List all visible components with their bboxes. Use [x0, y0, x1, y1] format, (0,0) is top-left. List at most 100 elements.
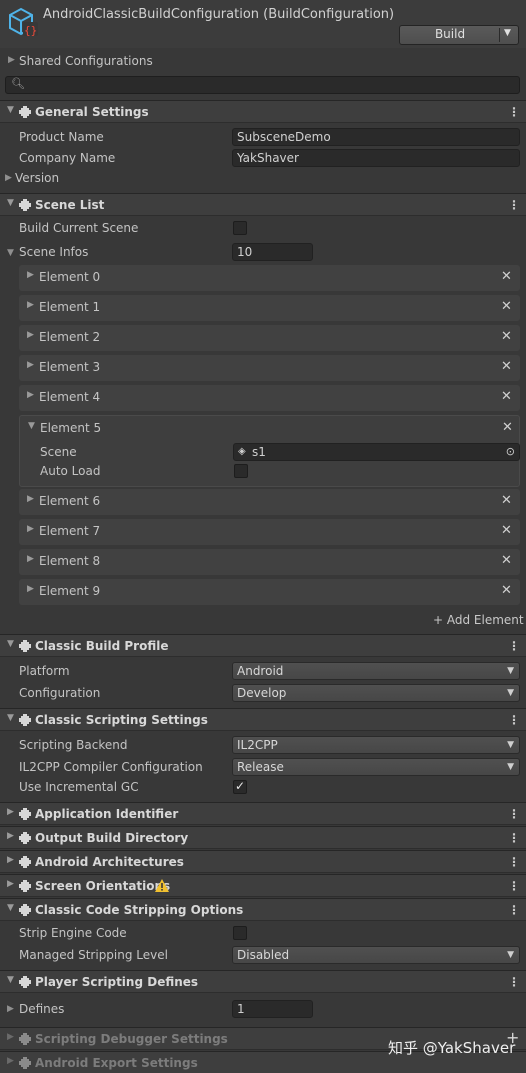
element-label: Element 5: [40, 421, 102, 435]
version-label[interactable]: Version: [15, 170, 59, 186]
list-item[interactable]: ▶ Element 1 ✕: [19, 295, 520, 321]
company-name-field[interactable]: YakShaver: [232, 149, 520, 167]
kebab-menu-icon[interactable]: ⋮: [508, 974, 520, 990]
kebab-menu-icon[interactable]: ⋮: [508, 104, 520, 120]
element-label: Element 6: [39, 494, 101, 508]
defines-count-field[interactable]: 1: [232, 1000, 313, 1018]
list-item[interactable]: ▶ Element 8 ✕: [19, 549, 520, 575]
kebab-menu-icon[interactable]: ⋮: [508, 854, 520, 870]
section-general-settings[interactable]: ▼ General Settings ⋮: [0, 100, 526, 123]
close-icon[interactable]: ✕: [502, 420, 513, 436]
scene-infos-count-field[interactable]: 10: [232, 243, 313, 261]
close-icon[interactable]: ✕: [501, 269, 512, 285]
incremental-gc-checkbox[interactable]: ✓: [233, 779, 247, 794]
foldout-closed-icon[interactable]: ▶: [27, 524, 34, 534]
scripting-backend-dropdown[interactable]: IL2CPP ▼: [232, 736, 520, 754]
product-name-field[interactable]: SubsceneDemo: [232, 128, 520, 146]
foldout-closed-icon[interactable]: ▶: [27, 300, 34, 310]
section-title: Classic Code Stripping Options: [35, 903, 244, 917]
defines-foldout-icon[interactable]: ▶: [7, 1004, 14, 1014]
section-classic-scripting-settings[interactable]: ▼ Classic Scripting Settings ⋮: [0, 708, 526, 731]
foldout-closed-icon[interactable]: ▶: [7, 1056, 14, 1066]
close-icon[interactable]: ✕: [501, 583, 512, 599]
kebab-menu-icon[interactable]: ⋮: [508, 878, 520, 894]
foldout-open-icon[interactable]: ▼: [7, 105, 14, 115]
defines-label[interactable]: Defines: [19, 1001, 64, 1017]
foldout-closed-icon[interactable]: ▶: [7, 807, 14, 817]
section-application-identifier[interactable]: ▶ Application Identifier ⋮: [0, 802, 526, 825]
foldout-closed-icon[interactable]: ▶: [7, 879, 14, 889]
list-item[interactable]: ▶ Element 6 ✕: [19, 489, 520, 515]
section-title: Application Identifier: [35, 807, 179, 821]
close-icon[interactable]: ✕: [501, 553, 512, 569]
foldout-closed-icon[interactable]: ▶: [7, 855, 14, 865]
list-item-expanded[interactable]: ▼ Element 5 ✕ Scene ◈ s1 ⊙ Auto Load: [19, 415, 520, 487]
section-android-architectures[interactable]: ▶ Android Architectures ⋮: [0, 850, 526, 873]
foldout-open-icon[interactable]: ▼: [7, 639, 14, 649]
add-element-button[interactable]: + Add Element: [433, 612, 524, 628]
component-puzzle-icon: [18, 713, 32, 727]
platform-label: Platform: [19, 664, 70, 678]
foldout-open-icon[interactable]: ▼: [7, 975, 14, 985]
list-item[interactable]: ▶ Element 2 ✕: [19, 325, 520, 351]
foldout-closed-icon[interactable]: ▶: [27, 390, 34, 400]
il2cpp-compiler-dropdown[interactable]: Release ▼: [232, 758, 520, 776]
element-label: Element 7: [39, 524, 101, 538]
auto-load-checkbox[interactable]: [234, 464, 248, 478]
scene-infos-foldout-icon[interactable]: ▼: [7, 248, 14, 258]
foldout-open-icon[interactable]: ▼: [7, 713, 14, 723]
kebab-menu-icon[interactable]: ⋮: [508, 712, 520, 728]
search-icon: 🔍︎: [11, 77, 25, 90]
foldout-closed-icon[interactable]: ▶: [27, 494, 34, 504]
section-player-scripting-defines[interactable]: ▼ Player Scripting Defines ⋮: [0, 970, 526, 993]
list-item[interactable]: ▶ Element 9 ✕: [19, 579, 520, 605]
scene-object-field[interactable]: ◈ s1 ⊙: [233, 443, 520, 461]
foldout-closed-icon[interactable]: ▶: [27, 330, 34, 340]
configuration-dropdown[interactable]: Develop ▼: [232, 684, 520, 702]
scene-infos-label[interactable]: Scene Infos: [19, 244, 88, 260]
foldout-open-icon[interactable]: ▼: [7, 198, 14, 208]
platform-dropdown[interactable]: Android ▼: [232, 662, 520, 680]
build-current-scene-checkbox[interactable]: [233, 221, 247, 235]
section-scene-list[interactable]: ▼ Scene List ⋮: [0, 193, 526, 216]
list-item[interactable]: ▶ Element 0 ✕: [19, 265, 520, 291]
close-icon[interactable]: ✕: [501, 359, 512, 375]
object-picker-icon[interactable]: ⊙: [506, 444, 515, 460]
foldout-closed-icon[interactable]: ▶: [27, 360, 34, 370]
managed-stripping-level-dropdown[interactable]: Disabled ▼: [232, 946, 520, 964]
list-item[interactable]: ▶ Element 7 ✕: [19, 519, 520, 545]
kebab-menu-icon[interactable]: ⋮: [508, 830, 520, 846]
version-foldout-icon[interactable]: ▶: [5, 173, 12, 183]
unity-scene-icon: ◈: [238, 446, 246, 457]
strip-engine-code-checkbox[interactable]: [233, 926, 247, 940]
svg-text:{}: {}: [24, 24, 37, 37]
list-item[interactable]: ▶ Element 3 ✕: [19, 355, 520, 381]
foldout-closed-icon[interactable]: ▶: [27, 554, 34, 564]
foldout-closed-icon[interactable]: ▶: [27, 270, 34, 280]
kebab-menu-icon[interactable]: ⋮: [508, 197, 520, 213]
close-icon[interactable]: ✕: [501, 523, 512, 539]
foldout-closed-icon[interactable]: ▶: [7, 831, 14, 841]
shared-configurations-foldout-icon[interactable]: ▶: [8, 55, 15, 65]
close-icon[interactable]: ✕: [501, 329, 512, 345]
foldout-open-icon[interactable]: ▼: [28, 421, 35, 431]
section-screen-orientations[interactable]: ▶ Screen Orientations ⋮: [0, 874, 526, 897]
kebab-menu-icon[interactable]: ⋮: [508, 806, 520, 822]
close-icon[interactable]: ✕: [501, 493, 512, 509]
section-classic-code-stripping-options[interactable]: ▼ Classic Code Stripping Options ⋮: [0, 898, 526, 921]
kebab-menu-icon[interactable]: ⋮: [508, 902, 520, 918]
strip-engine-code-label: Strip Engine Code: [19, 926, 127, 940]
foldout-closed-icon[interactable]: ▶: [27, 584, 34, 594]
foldout-closed-icon[interactable]: ▶: [7, 1032, 14, 1042]
build-button[interactable]: Build ▼: [399, 25, 519, 45]
section-classic-build-profile[interactable]: ▼ Classic Build Profile ⋮: [0, 634, 526, 657]
search-input[interactable]: 🔍︎: [5, 76, 520, 94]
shared-configurations-label[interactable]: Shared Configurations: [19, 53, 153, 69]
section-output-build-directory[interactable]: ▶ Output Build Directory ⋮: [0, 826, 526, 849]
close-icon[interactable]: ✕: [501, 389, 512, 405]
list-item[interactable]: ▶ Element 4 ✕: [19, 385, 520, 411]
close-icon[interactable]: ✕: [501, 299, 512, 315]
foldout-open-icon[interactable]: ▼: [7, 903, 14, 913]
chevron-down-icon[interactable]: ▼: [504, 28, 511, 38]
kebab-menu-icon[interactable]: ⋮: [508, 638, 520, 654]
